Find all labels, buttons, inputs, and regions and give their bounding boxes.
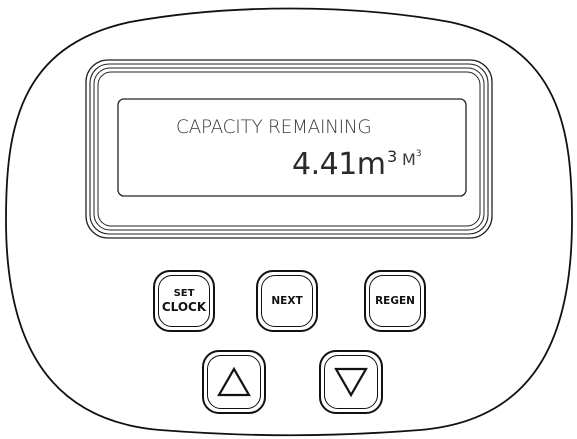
set-clock-label-line2: CLOCK [161, 299, 207, 314]
up-button[interactable] [202, 350, 266, 414]
unit-indicator-letter: M [402, 150, 416, 169]
unit-indicator: M3 [402, 149, 422, 169]
capacity-value: 4.41m3 [292, 147, 398, 182]
unit-indicator-exponent: 3 [415, 149, 422, 159]
set-clock-button[interactable]: SET CLOCK [153, 270, 215, 332]
down-button[interactable] [319, 350, 383, 414]
controller-housing [5, 7, 573, 437]
capacity-number: 4.41 [292, 147, 357, 182]
set-clock-label-line1: SET [173, 287, 195, 299]
next-button[interactable]: NEXT [256, 270, 318, 332]
capacity-unit: m [356, 147, 387, 182]
capacity-unit-exponent: 3 [387, 147, 398, 166]
up-triangle-icon [217, 366, 251, 397]
down-triangle-icon [334, 367, 368, 398]
set-clock-label: SET CLOCK [162, 288, 206, 314]
next-button-label: NEXT [271, 294, 303, 307]
regen-button-label: REGEN [375, 294, 415, 307]
regen-button[interactable]: REGEN [364, 270, 426, 332]
display-title: CAPACITY REMAINING [176, 117, 372, 138]
